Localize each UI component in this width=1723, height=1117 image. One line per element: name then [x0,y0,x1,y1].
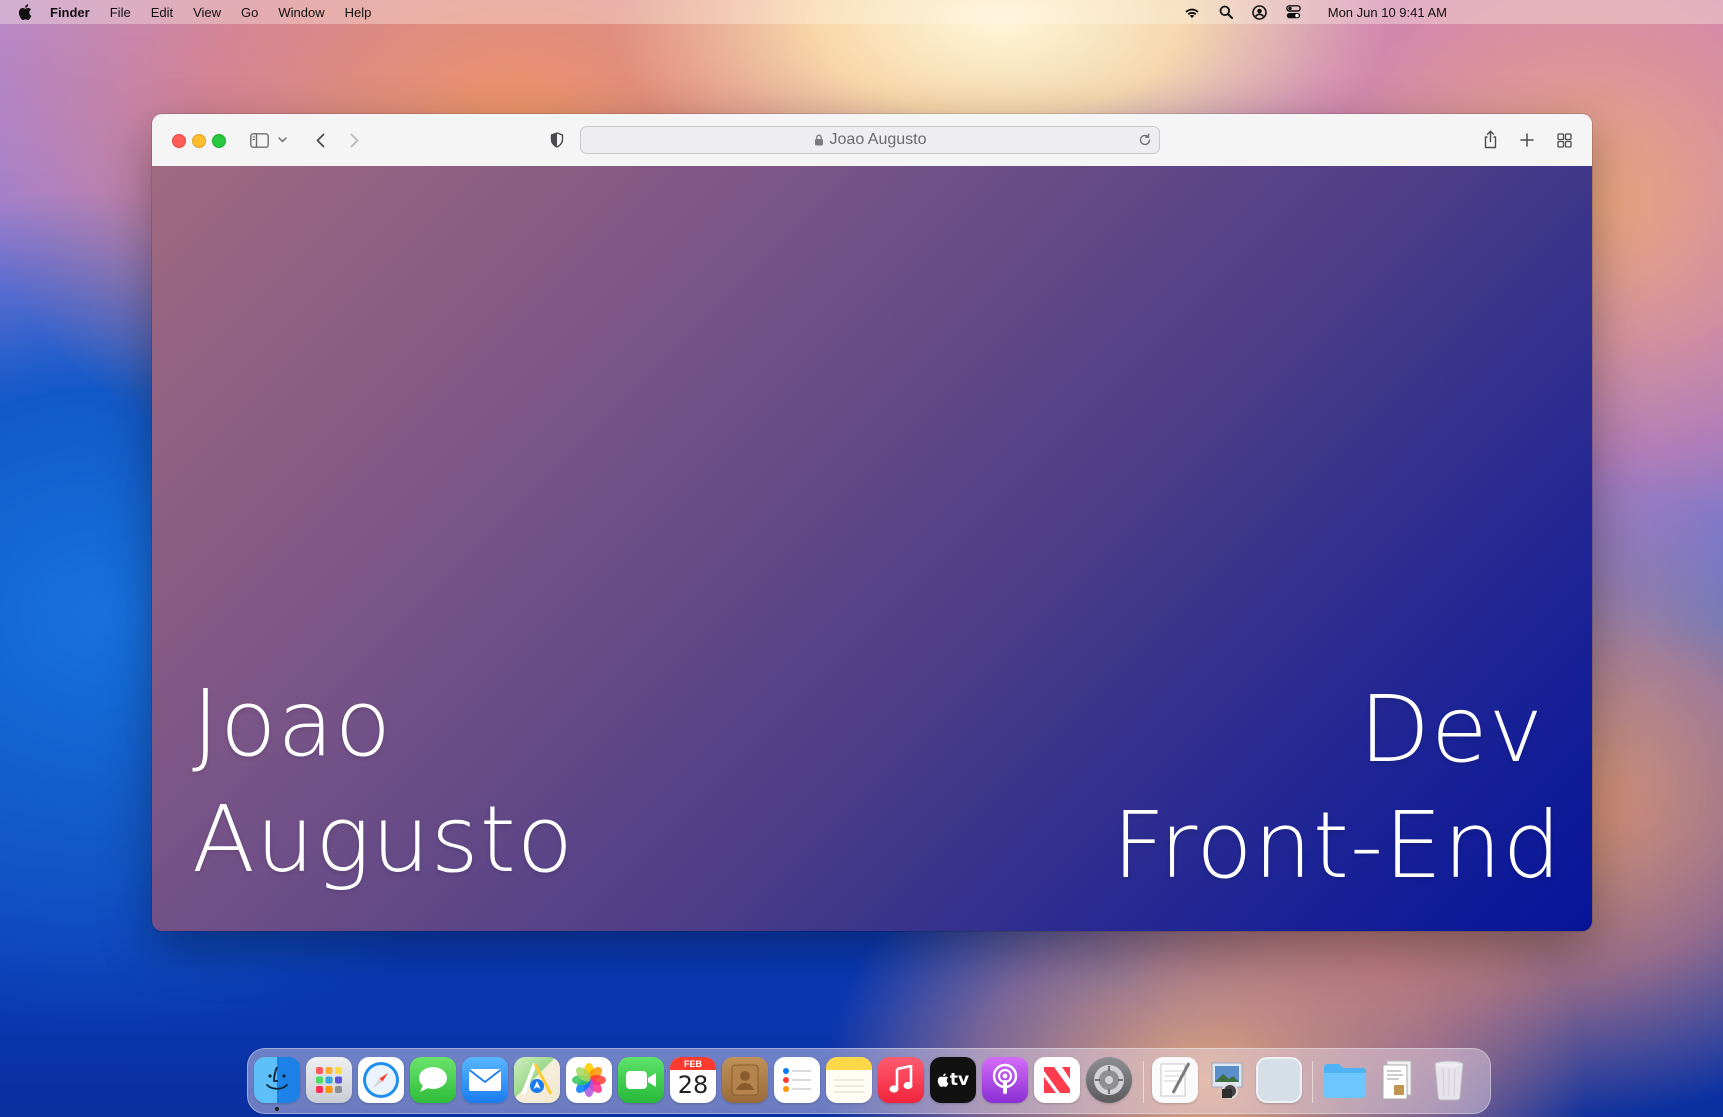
forward-icon[interactable] [346,130,362,150]
search-icon[interactable] [1218,4,1234,20]
finder-running-indicator [275,1107,279,1111]
documents-stack-icon[interactable] [1374,1057,1420,1103]
address-text: Joao Augusto [829,131,927,148]
lock-icon [814,134,824,146]
system-settings-icon[interactable] [1086,1057,1132,1103]
zoom-window-button[interactable] [212,134,226,148]
calendar-icon[interactable]: FEB 28 [670,1057,716,1103]
contacts-icon[interactable] [722,1057,768,1103]
reminders-icon[interactable] [774,1057,820,1103]
status-area: Mon Jun 10 9:41 AM [1184,0,1447,24]
dock-separator [1143,1061,1144,1103]
reload-icon[interactable] [1137,132,1153,148]
launchpad-icon[interactable] [306,1057,352,1103]
sidebar-icon[interactable] [249,131,269,149]
preview-icon[interactable] [1204,1057,1250,1103]
role-title: Dev [1359,676,1544,783]
dock-separator [1312,1061,1313,1103]
blank-app-icon[interactable] [1256,1057,1302,1103]
minimize-window-button[interactable] [192,134,206,148]
role-subtitle: Front-End [1112,792,1562,899]
apple-tv-label: tv [949,1070,970,1090]
tab-overview-icon[interactable] [1555,131,1573,149]
chevron-down-icon[interactable] [276,134,288,146]
trash-icon[interactable] [1426,1057,1472,1103]
menu-file[interactable]: File [110,5,131,20]
privacy-shield-icon[interactable] [548,131,566,149]
menu-edit[interactable]: Edit [151,5,173,20]
address-bar[interactable]: Joao Augusto [580,126,1160,154]
menu-bar: Finder File Edit View Go Window Help Mon… [0,0,1723,24]
share-icon[interactable] [1481,128,1499,150]
news-icon[interactable] [1034,1057,1080,1103]
textedit-icon[interactable] [1152,1057,1198,1103]
downloads-folder-icon[interactable] [1322,1057,1368,1103]
calendar-day: 28 [677,1071,709,1099]
finder-icon[interactable] [254,1057,300,1103]
name-first: Joao [192,670,393,777]
apple-tv-icon[interactable]: tv [930,1057,976,1103]
menu-window[interactable]: Window [278,5,324,20]
back-icon[interactable] [312,130,328,150]
safari-icon[interactable] [358,1057,404,1103]
menu-finder[interactable]: Finder [50,5,90,20]
close-window-button[interactable] [172,134,186,148]
menu-view[interactable]: View [193,5,221,20]
control-center-icon[interactable] [1286,4,1302,20]
apple-logo-icon[interactable] [18,4,34,20]
mail-icon[interactable] [462,1057,508,1103]
music-icon[interactable] [878,1057,924,1103]
podcasts-icon[interactable] [982,1057,1028,1103]
browser-toolbar: Joao Augusto [152,114,1592,167]
menu-bar-clock[interactable]: Mon Jun 10 9:41 AM [1328,5,1447,20]
photos-icon[interactable] [566,1057,612,1103]
menu-help[interactable]: Help [345,5,372,20]
dock: FEB 28 tv [247,1048,1491,1114]
name-last: Augusto [192,786,575,893]
facetime-icon[interactable] [618,1057,664,1103]
messages-icon[interactable] [410,1057,456,1103]
new-tab-icon[interactable] [1518,131,1536,149]
maps-icon[interactable] [514,1057,560,1103]
browser-window: Joao Augusto Joao Augusto Dev Front-End [152,114,1592,931]
user-account-icon[interactable] [1252,4,1268,20]
calendar-month: FEB [684,1059,702,1069]
wifi-icon[interactable] [1184,4,1200,20]
notes-icon[interactable] [826,1057,872,1103]
menu-go[interactable]: Go [241,5,258,20]
web-page-content: Joao Augusto Dev Front-End [152,166,1592,931]
